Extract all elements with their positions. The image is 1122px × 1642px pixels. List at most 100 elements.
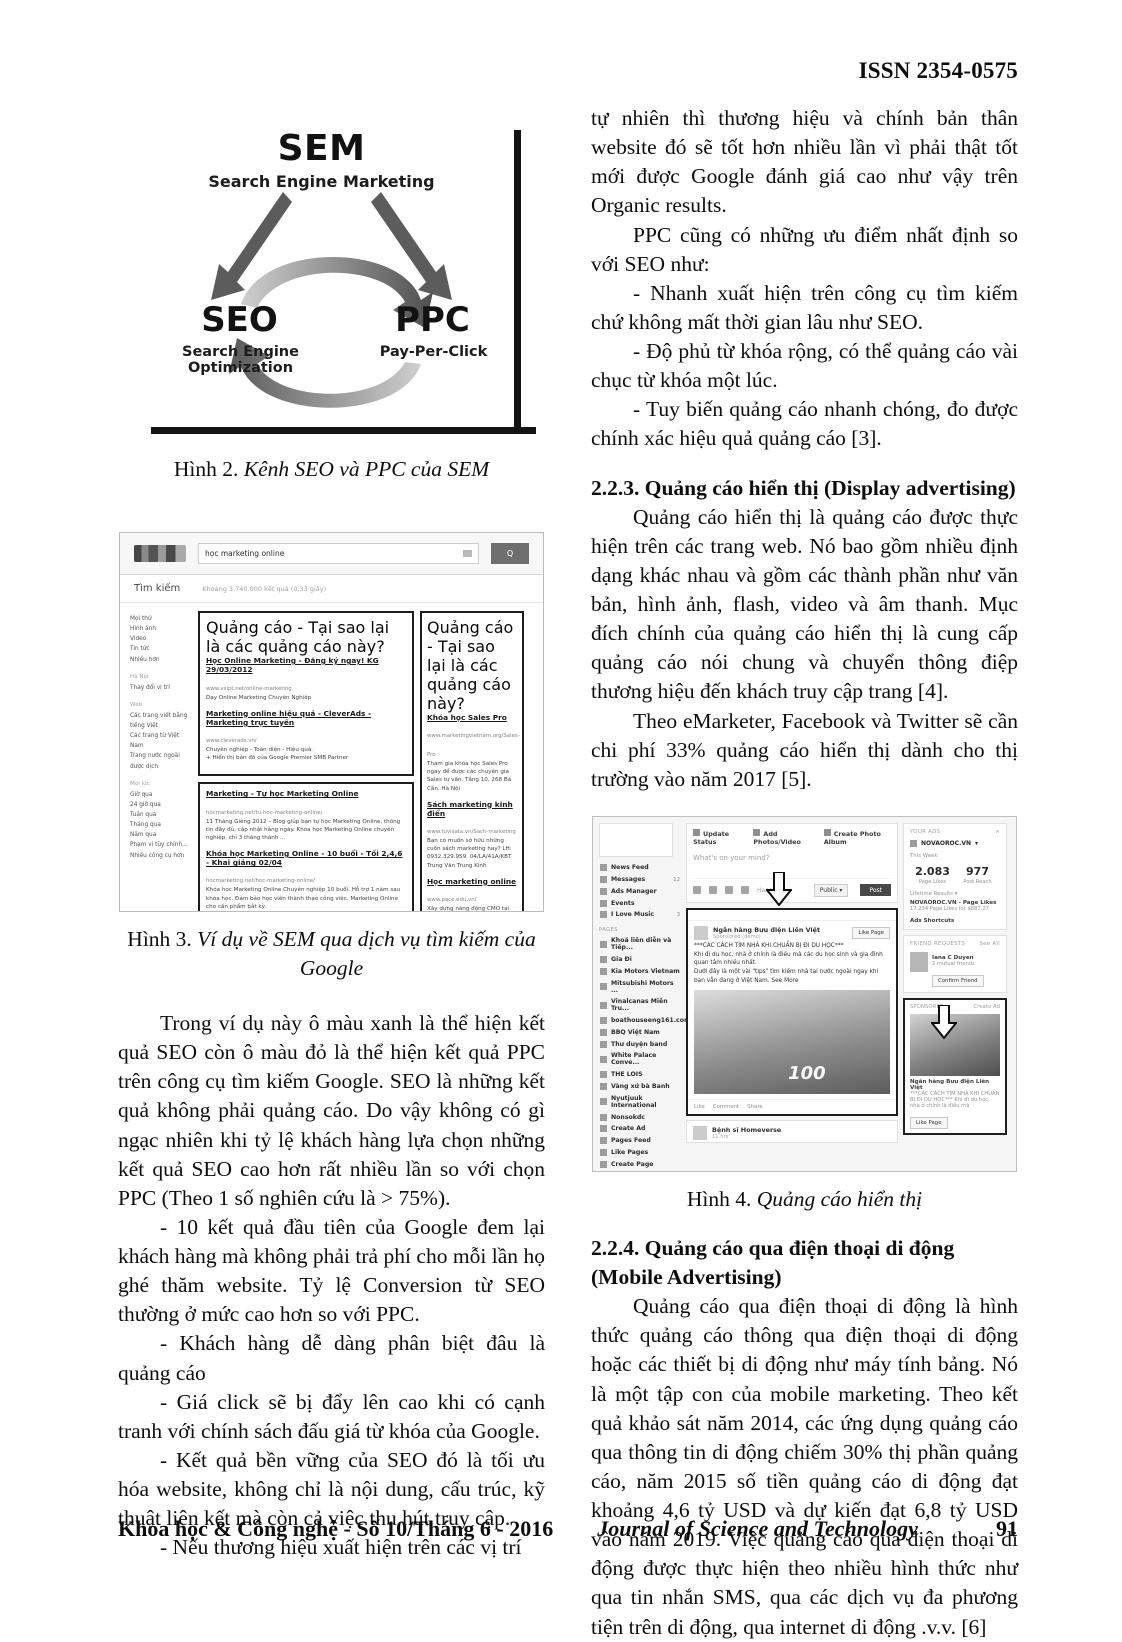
sidebar-item-messages[interactable]: Messages 12 (599, 874, 681, 886)
tag-friends-icon[interactable] (709, 886, 717, 895)
tab-add-photos-video[interactable]: Add Photos/Video (753, 828, 813, 846)
camera-icon[interactable] (693, 886, 701, 895)
ad-title[interactable]: Học Online Marketing - Đăng ký ngay! KG … (206, 656, 406, 675)
pages-item[interactable]: Khoá liên diễn và Tiếp... (599, 935, 681, 954)
side-ad[interactable]: Học marketing online www.pace.edu.vn/ Xâ… (427, 877, 517, 911)
tab-update-status[interactable]: Update Status (693, 828, 743, 846)
post-card-top (688, 910, 896, 921)
side-ad[interactable]: Khóa học Sales Pro www.marketingvietnam.… (427, 713, 520, 793)
ad-account-name: NOVAOROC.VN (921, 839, 972, 847)
sidebar-item[interactable]: Trang nước ngoài được dịch (130, 751, 192, 771)
tab-create-photo-album[interactable]: Create Photo Album (823, 828, 891, 846)
like-page-button[interactable]: Like Page (852, 926, 890, 939)
pages-item[interactable]: Nyutjuuk International (599, 1092, 681, 1111)
create-page-item[interactable]: Create Page (599, 1158, 681, 1170)
pages-item[interactable]: boathouseeng161.com (599, 1015, 690, 1027)
pages-item-label: boathouseeng161.com (611, 1017, 691, 1025)
create-page-icon (600, 1160, 607, 1168)
share-action[interactable]: Share (747, 1104, 763, 1110)
ads-shortcuts-link[interactable]: Ads Shortcuts (910, 918, 1000, 924)
side-ad-title[interactable]: Sách marketing kinh điển (427, 800, 517, 819)
top-ads-block: Quảng cáo - Tại sao lại là các quảng cáo… (198, 611, 414, 777)
side-ad[interactable]: Sách marketing kinh điển www.tuvisata.vn… (427, 800, 517, 870)
google-search-button[interactable]: Q (491, 543, 529, 565)
sponsored-like-page-button[interactable]: Like Page (910, 1116, 948, 1129)
pages-item[interactable]: Thư duyện band (599, 1038, 681, 1050)
sidebar-item[interactable]: Nhiều hơn (130, 655, 192, 665)
create-ad-link[interactable]: Create Ad (973, 1004, 1000, 1010)
sidebar-item-news-feed[interactable]: News Feed (599, 862, 681, 874)
sidebar-item[interactable]: Các trang từ Việt Nam (130, 731, 192, 751)
sidebar-item[interactable]: Năm qua (130, 830, 192, 840)
google-sidebar: Mọi thứ Hình ảnh Video Tin tức Nhiều hơn… (130, 611, 192, 911)
sidebar-item[interactable]: Video (130, 634, 192, 644)
side-ad-title[interactable]: Học marketing online (427, 877, 517, 886)
google-search-input[interactable]: học marketing online (198, 543, 479, 565)
side-ad-title[interactable]: Khóa học Sales Pro (427, 713, 517, 722)
pages-item[interactable]: BBQ Việt Nam (599, 1026, 681, 1038)
pages-feed-item[interactable]: Pages Feed (599, 1135, 681, 1147)
sidebar-item[interactable]: Mọi thứ (130, 614, 192, 624)
organic-result[interactable]: Marketing - Tự học Marketing Online hocm… (206, 789, 406, 842)
result-title[interactable]: Khóa học Marketing Online - 10 buổi - Tố… (206, 849, 406, 868)
sidebar-item[interactable]: Hình ảnh (130, 624, 192, 634)
composer-location[interactable]: Hanoi (757, 887, 774, 894)
sidebar-item[interactable]: Tuần qua (130, 810, 192, 820)
confirm-friend-button[interactable]: Confirm Friend (932, 974, 984, 987)
pages-item[interactable]: Mitsubishi Motors ... (599, 977, 681, 996)
google-subbar: Tìm kiếm Khoảng 3.740.000 kết quả (0,33 … (120, 575, 543, 604)
see-more-link[interactable]: See More (771, 978, 798, 984)
sidebar-item[interactable]: Phạm vi tùy chỉnh... (130, 840, 192, 850)
like-pages-item[interactable]: Like Pages (599, 1147, 681, 1159)
sidebar-item[interactable]: Tháng qua (130, 820, 192, 830)
sidebar-item[interactable]: 24 giờ qua (130, 800, 192, 810)
paragraph: - 10 kết quả đầu tiên của Google đem lại… (118, 1214, 545, 1327)
feeling-icon[interactable] (725, 886, 733, 895)
like-action[interactable]: Like (694, 1104, 705, 1110)
sidebar-item[interactable]: Nhiều công cụ hơn (130, 851, 192, 861)
privacy-selector[interactable]: Public ▾ (813, 883, 849, 897)
organic-result[interactable]: Khóa học Marketing Online - 10 buổi - Tố… (206, 849, 406, 911)
ad-extra[interactable]: + Hiển thị bản đồ của Google Premier SMB… (206, 754, 406, 762)
pages-item[interactable]: THE LOIS (599, 1069, 681, 1081)
sponsored-ad-image[interactable] (910, 1013, 1000, 1076)
events-icon (600, 899, 607, 907)
pages-item[interactable]: Gia Đi (599, 954, 681, 966)
sidebar-item[interactable]: Các trang viết bằng tiếng Việt (130, 711, 192, 731)
ad-title[interactable]: Marketing online hiệu quả - CleverAds - … (206, 709, 406, 728)
result-title[interactable]: Marketing - Tự học Marketing Online (206, 789, 406, 798)
composer-input[interactable]: What's on your mind? (693, 854, 891, 862)
sidebar-item-i-love-music[interactable]: I Love Music 3 (599, 909, 681, 921)
sponsored-ad-title[interactable]: Ngân hàng Bưu điện Liên Việt (910, 1079, 1000, 1091)
post-page-name[interactable]: Bệnh sĩ Homeverse (712, 1126, 781, 1134)
comment-action[interactable]: Comment (713, 1104, 739, 1110)
pages-item[interactable]: White Palace Conve... (599, 1050, 681, 1069)
ad-account[interactable]: NOVAOROC.VN ▾ (910, 839, 1000, 847)
sidebar-item[interactable]: Giờ qua (130, 790, 192, 800)
post-button[interactable]: Post (860, 884, 891, 897)
sidebar-item[interactable]: Tin tức (130, 644, 192, 654)
tab-label: Create Photo Album (823, 829, 881, 846)
close-icon[interactable]: × (995, 829, 1000, 835)
composer-tabs: Update Status Add Photos/Video Create Ph… (693, 828, 891, 846)
lifetime-results-header[interactable]: Lifetime Results ▾ (910, 891, 1000, 897)
see-all-link[interactable]: See All (979, 941, 1000, 947)
pages-item-label: Vinalcanas Miền Tru... (611, 998, 668, 1013)
ad-result[interactable]: Marketing online hiệu quả - CleverAds - … (206, 709, 406, 763)
chevron-down-icon[interactable]: ▾ (975, 840, 978, 847)
pages-item[interactable]: Vinalcanas Miền Tru... (599, 996, 681, 1015)
post-page-name[interactable]: Ngân hàng Bưu điện Liên Việt (713, 926, 820, 934)
ad-result[interactable]: Học Online Marketing - Đăng ký ngay! KG … (206, 656, 406, 702)
pages-item[interactable]: Nonsokdc (599, 1111, 681, 1123)
sidebar-item-ads-manager[interactable]: Ads Manager (599, 885, 681, 897)
page-icon (600, 1098, 607, 1106)
post-body-1: Khi đi du học, nhà ở chính là điều mà cá… (694, 951, 883, 967)
location-pin-icon[interactable] (741, 886, 749, 895)
pages-item[interactable]: Kia Motors Vietnam (599, 965, 681, 977)
pages-item[interactable]: Vàng xứ bà Banh (599, 1081, 681, 1093)
microphone-icon[interactable] (463, 550, 472, 558)
create-ad-item[interactable]: Create Ad (599, 1123, 681, 1135)
post-body-2: Dưới đây là một vài "tips" tìm kiếm nhà … (688, 968, 896, 985)
sidebar-item-events[interactable]: Events (599, 897, 681, 909)
sidebar-item[interactable]: Thay đổi vị trí (130, 683, 192, 693)
